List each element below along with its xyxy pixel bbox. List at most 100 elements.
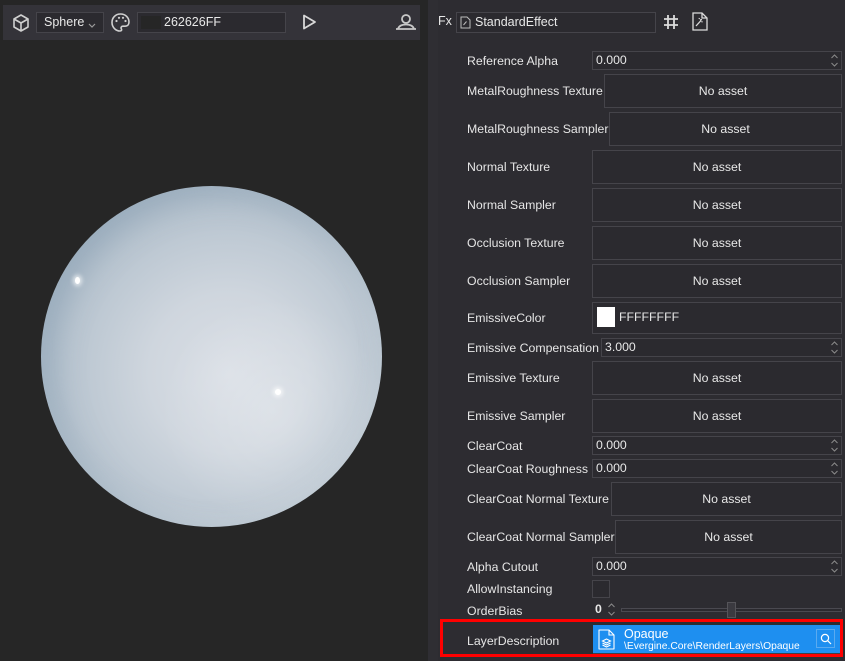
effect-edit-icon[interactable] bbox=[692, 12, 708, 31]
spinner-icon[interactable] bbox=[830, 559, 839, 574]
reference-alpha-input[interactable]: 0.000 bbox=[592, 51, 842, 70]
prop-label: Alpha Cutout bbox=[467, 560, 539, 574]
prop-emissive-sampler: Emissive Sampler No asset bbox=[467, 399, 842, 433]
normal-texture-asset[interactable]: No asset bbox=[592, 150, 842, 184]
emissive-color-field[interactable]: FFFFFFFF bbox=[592, 302, 842, 334]
effect-row: Fx StandardEffect bbox=[438, 11, 845, 33]
emissive-texture-asset[interactable]: No asset bbox=[592, 361, 842, 395]
prop-label: ClearCoat Normal Texture bbox=[467, 492, 609, 506]
fx-label: Fx bbox=[438, 14, 452, 28]
order-bias-slider-thumb[interactable] bbox=[727, 602, 736, 618]
field-value: 0 bbox=[595, 602, 602, 616]
spinner-icon[interactable] bbox=[607, 602, 616, 617]
prop-label: Occlusion Texture bbox=[467, 236, 565, 250]
prop-emissive-color: EmissiveColor FFFFFFFF bbox=[467, 302, 842, 334]
prop-allow-instancing: AllowInstancing bbox=[467, 579, 842, 599]
clearcoat-roughness-input[interactable]: 0.000 bbox=[592, 459, 842, 478]
spinner-icon[interactable] bbox=[830, 340, 839, 355]
prop-label: MetalRoughness Texture bbox=[467, 84, 603, 98]
palette-icon[interactable] bbox=[110, 12, 131, 33]
prop-label: Emissive Sampler bbox=[467, 409, 566, 423]
chevron-down-icon bbox=[87, 17, 97, 28]
prop-label: ClearCoat Roughness bbox=[467, 462, 588, 476]
material-preview-viewport[interactable]: Sphere 262626FF bbox=[0, 0, 428, 661]
prop-alpha-cutout: Alpha Cutout 0.000 bbox=[467, 557, 842, 577]
prop-label: Occlusion Sampler bbox=[467, 274, 571, 288]
preview-toolbar: Sphere 262626FF bbox=[3, 5, 420, 40]
prop-order-bias: OrderBias 0 bbox=[467, 601, 842, 621]
prop-reference-alpha: Reference Alpha 0.000 bbox=[467, 51, 842, 71]
allow-instancing-checkbox[interactable] bbox=[592, 580, 610, 598]
preview-sphere bbox=[41, 186, 382, 527]
spinner-icon[interactable] bbox=[830, 438, 839, 453]
background-color-field[interactable]: 262626FF bbox=[137, 12, 286, 33]
emissive-color-value: FFFFFFFF bbox=[619, 310, 680, 324]
hash-icon[interactable] bbox=[663, 14, 679, 30]
emissive-sampler-asset[interactable]: No asset bbox=[592, 399, 842, 433]
prop-clearcoat: ClearCoat 0.000 bbox=[467, 436, 842, 456]
prop-label: Emissive Compensation bbox=[467, 341, 599, 355]
emissive-compensation-input[interactable]: 3.000 bbox=[601, 338, 842, 357]
field-value: 0.000 bbox=[596, 53, 627, 67]
prop-normal-texture: Normal Texture No asset bbox=[467, 150, 842, 184]
prop-label: Normal Texture bbox=[467, 160, 551, 174]
effect-field[interactable]: StandardEffect bbox=[456, 12, 656, 33]
prop-normal-sampler: Normal Sampler No asset bbox=[467, 188, 842, 222]
layer-name: Opaque bbox=[624, 627, 669, 641]
metalroughness-sampler-asset[interactable]: No asset bbox=[609, 112, 842, 146]
clearcoat-normal-sampler-asset[interactable]: No asset bbox=[615, 520, 842, 554]
prop-label: OrderBias bbox=[467, 604, 523, 618]
specular-highlight bbox=[275, 389, 281, 395]
prop-clearcoat-roughness: ClearCoat Roughness 0.000 bbox=[467, 459, 842, 479]
normal-sampler-asset[interactable]: No asset bbox=[592, 188, 842, 222]
effect-name: StandardEffect bbox=[475, 15, 558, 29]
prop-occlusion-sampler: Occlusion Sampler No asset bbox=[467, 264, 842, 298]
occlusion-sampler-asset[interactable]: No asset bbox=[592, 264, 842, 298]
spinner-icon[interactable] bbox=[830, 461, 839, 476]
prop-label: ClearCoat Normal Sampler bbox=[467, 530, 615, 544]
prop-label: LayerDescription bbox=[467, 634, 560, 648]
render-layer-file-icon bbox=[598, 629, 615, 650]
field-value: 0.000 bbox=[596, 438, 627, 452]
panel-splitter[interactable] bbox=[428, 0, 438, 661]
field-value: 0.000 bbox=[596, 559, 627, 573]
field-value: 0.000 bbox=[596, 461, 627, 475]
prop-label: Emissive Texture bbox=[467, 371, 560, 385]
background-color-swatch[interactable] bbox=[141, 16, 161, 29]
mesh-select-value: Sphere bbox=[44, 15, 85, 29]
material-properties-panel: Fx StandardEffect Reference Alpha 0.000 … bbox=[438, 0, 845, 661]
prop-emissive-compensation: Emissive Compensation 3.000 bbox=[467, 338, 842, 358]
prop-layer-description: LayerDescription Opaque \Evergine.Core\R… bbox=[467, 625, 842, 655]
prop-emissive-texture: Emissive Texture No asset bbox=[467, 361, 842, 395]
field-value: 3.000 bbox=[605, 340, 636, 354]
prop-label: MetalRoughness Sampler bbox=[467, 122, 609, 136]
play-icon[interactable] bbox=[300, 13, 318, 31]
prop-label: Normal Sampler bbox=[467, 198, 556, 212]
prop-metalroughness-sampler: MetalRoughness Sampler No asset bbox=[467, 112, 842, 146]
search-icon[interactable] bbox=[816, 629, 835, 648]
prop-label: EmissiveColor bbox=[467, 311, 546, 325]
order-bias-input[interactable]: 0 bbox=[592, 601, 617, 620]
specular-highlight bbox=[75, 277, 80, 284]
layer-path: \Evergine.Core\RenderLayers\Opaque bbox=[624, 641, 800, 652]
clearcoat-normal-texture-asset[interactable]: No asset bbox=[611, 482, 842, 516]
occlusion-texture-asset[interactable]: No asset bbox=[592, 226, 842, 260]
prop-metalroughness-texture: MetalRoughness Texture No asset bbox=[467, 74, 842, 108]
effect-file-icon bbox=[460, 16, 471, 29]
alpha-cutout-input[interactable]: 0.000 bbox=[592, 557, 842, 576]
prop-label: ClearCoat bbox=[467, 439, 523, 453]
emissive-color-swatch[interactable] bbox=[597, 307, 615, 327]
background-color-value: 262626FF bbox=[164, 15, 221, 29]
prop-label: AllowInstancing bbox=[467, 582, 553, 596]
prop-clearcoat-normal-texture: ClearCoat Normal Texture No asset bbox=[467, 482, 842, 516]
metalroughness-texture-asset[interactable]: No asset bbox=[604, 74, 842, 108]
layer-description-field[interactable]: Opaque \Evergine.Core\RenderLayers\Opaqu… bbox=[593, 625, 841, 653]
prop-label: Reference Alpha bbox=[467, 54, 558, 68]
cube-icon bbox=[11, 13, 31, 33]
spinner-icon[interactable] bbox=[830, 53, 839, 68]
mesh-select[interactable]: Sphere bbox=[36, 12, 104, 33]
clearcoat-input[interactable]: 0.000 bbox=[592, 436, 842, 455]
layer-field-underline bbox=[593, 653, 841, 655]
prop-occlusion-texture: Occlusion Texture No asset bbox=[467, 226, 842, 260]
camera-reset-icon[interactable] bbox=[395, 13, 417, 31]
